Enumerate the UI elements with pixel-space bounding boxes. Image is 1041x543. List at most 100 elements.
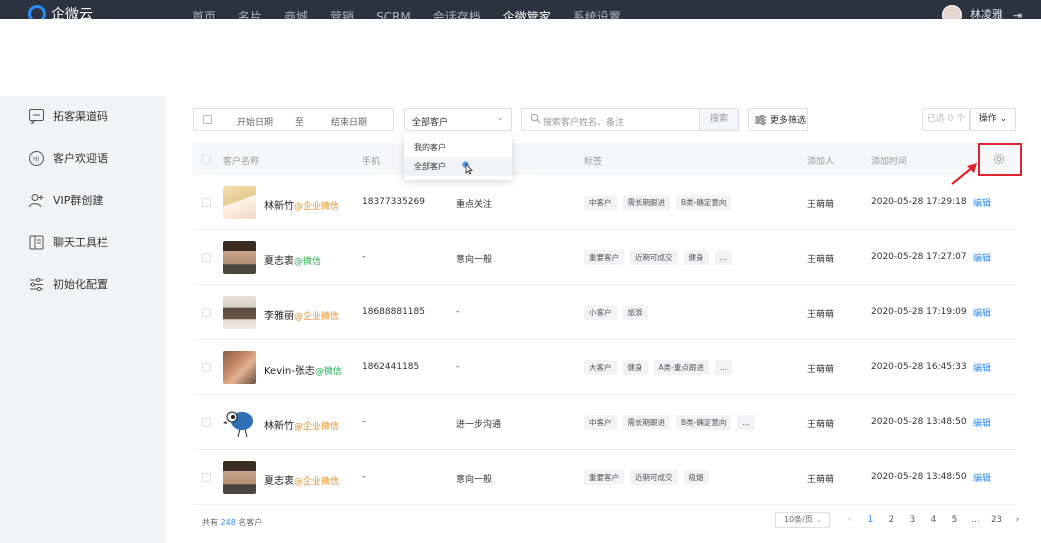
sidebar-item-label: 初始化配置 bbox=[53, 278, 108, 291]
customer-phone: - bbox=[362, 417, 366, 427]
avatar bbox=[223, 461, 256, 494]
table-row[interactable]: 夏志衷@微信 - 意向一般 重要客户 近期可成交 健身 ... 王萌萌 2020… bbox=[193, 230, 1016, 285]
avatar bbox=[223, 296, 256, 329]
nav-item-mall[interactable]: 商城 bbox=[284, 9, 308, 19]
nav-item-archive[interactable]: 会话存档 bbox=[433, 9, 481, 19]
sidebar-item-init-config[interactable]: 初始化配置 bbox=[28, 274, 166, 294]
logo-icon bbox=[28, 5, 46, 19]
more-filters-button[interactable]: 更多筛选 bbox=[748, 108, 808, 131]
tag: 旅游 bbox=[622, 305, 648, 320]
customer-scope-select[interactable]: 全部客户 ⌄ bbox=[404, 108, 512, 131]
page-size-select[interactable]: 10条/页 ⌄ bbox=[775, 512, 830, 528]
tag-list: 中客户 需长期跟进 B类-确定意向 ... bbox=[584, 415, 761, 430]
start-date-input[interactable]: 开始日期 bbox=[237, 115, 273, 128]
edit-link[interactable]: 编辑 bbox=[973, 361, 991, 374]
selected-count: 已选 0 个 bbox=[922, 108, 970, 131]
tag-more[interactable]: ... bbox=[714, 360, 732, 375]
table-row[interactable]: Kevin-张志@微信 1862441185 - 大客户 健身 A类-重点跟进 … bbox=[193, 340, 1016, 395]
sidebar-item-label: 聊天工具栏 bbox=[53, 236, 108, 249]
row-checkbox[interactable] bbox=[202, 363, 211, 372]
row-checkbox[interactable] bbox=[202, 473, 211, 482]
table-row[interactable]: 夏志衷@企业微信 - 意向一般 重要客户 近期可成交 吸烟 王萌萌 2020-0… bbox=[193, 450, 1016, 505]
edit-link[interactable]: 编辑 bbox=[973, 471, 991, 484]
nav-item-marketing[interactable]: 营销 bbox=[330, 9, 354, 19]
dropdown-option-all-customers[interactable]: 全部客户 bbox=[404, 157, 512, 176]
table-row[interactable]: 李雅丽@企业微信 18688881185 - 小客户 旅游 王萌萌 2020-0… bbox=[193, 285, 1016, 340]
chevron-down-icon: ⌄ bbox=[496, 113, 504, 123]
sidebar-item-channel-code[interactable]: 拓客渠道码 bbox=[28, 106, 166, 126]
edit-link[interactable]: 编辑 bbox=[973, 306, 991, 319]
row-checkbox[interactable] bbox=[202, 198, 211, 207]
page-1[interactable]: 1 bbox=[860, 515, 881, 525]
more-filters-label: 更多筛选 bbox=[770, 116, 807, 126]
dropdown-option-my-customers[interactable]: 我的客户 bbox=[404, 138, 512, 157]
page-4[interactable]: 4 bbox=[923, 515, 944, 525]
customer-name[interactable]: Kevin-张志@微信 bbox=[264, 362, 342, 377]
search-button[interactable]: 搜索 bbox=[699, 109, 738, 130]
sidebar-item-label: 拓客渠道码 bbox=[53, 110, 108, 123]
nav-item-scrm[interactable]: SCRM bbox=[376, 9, 411, 19]
customer-name-text: 夏志衷 bbox=[264, 256, 294, 267]
nav-item-home[interactable]: 首页 bbox=[192, 9, 216, 19]
end-date-input[interactable]: 结束日期 bbox=[331, 115, 367, 128]
search-input[interactable]: 搜索客户姓名、备注 bbox=[543, 115, 624, 128]
table-row[interactable]: 林新竹@企业微信 18377335269 重点关注 中客户 需长期跟进 B类-确… bbox=[193, 175, 1016, 230]
sidebar-panel-icon bbox=[29, 235, 44, 249]
avatar bbox=[223, 351, 256, 384]
edit-link[interactable]: 编辑 bbox=[973, 416, 991, 429]
customer-name[interactable]: 李雅丽@企业微信 bbox=[264, 307, 339, 322]
prev-page-icon[interactable]: ‹ bbox=[839, 515, 860, 525]
tag: 近期可成交 bbox=[630, 470, 678, 485]
tag-more[interactable]: ... bbox=[714, 250, 732, 265]
page-5[interactable]: 5 bbox=[944, 515, 965, 525]
sidebar-item-label: VIP群创建 bbox=[53, 194, 104, 207]
nav-item-settings[interactable]: 系统设置 bbox=[573, 9, 621, 19]
user-name[interactable]: 林凌雅 bbox=[970, 5, 1003, 19]
pagination: ‹ 1 2 3 4 5 ... 23 › bbox=[839, 515, 1028, 525]
logout-icon[interactable]: ⇥ bbox=[1013, 9, 1022, 20]
tag-more[interactable]: ... bbox=[737, 415, 755, 430]
customer-name[interactable]: 夏志衷@微信 bbox=[264, 252, 321, 267]
tag: B类-确定意向 bbox=[676, 195, 732, 210]
nav-item-cards[interactable]: 名片 bbox=[238, 9, 262, 19]
next-page-icon[interactable]: › bbox=[1007, 515, 1028, 525]
sidebar-item-chat-toolbar[interactable]: 聊天工具栏 bbox=[28, 232, 166, 252]
page-ellipsis[interactable]: ... bbox=[965, 515, 986, 525]
row-checkbox[interactable] bbox=[202, 253, 211, 262]
total-prefix: 共有 bbox=[202, 518, 218, 527]
row-checkbox[interactable] bbox=[202, 308, 211, 317]
edit-link[interactable]: 编辑 bbox=[973, 251, 991, 264]
user-menu[interactable]: 林凌雅 ⇥ bbox=[942, 5, 1022, 19]
sidebar-item-vip-group[interactable]: VIP群创建 bbox=[28, 190, 166, 210]
page-3[interactable]: 3 bbox=[902, 515, 923, 525]
user-avatar[interactable] bbox=[942, 5, 962, 19]
table-header: 客户名称 手机 标签 添加人 添加时间 bbox=[193, 143, 1016, 175]
dropdown-option-label: 全部客户 bbox=[414, 162, 446, 171]
page-23[interactable]: 23 bbox=[986, 515, 1007, 525]
customer-phone: 1862441185 bbox=[362, 362, 420, 372]
sidebar-item-welcome[interactable]: Hi 客户欢迎语 bbox=[28, 148, 166, 168]
customer-source: @企业微信 bbox=[294, 422, 340, 432]
tag: 吸烟 bbox=[683, 470, 709, 485]
nav-item-wecom-manager[interactable]: 企微管家 bbox=[503, 9, 551, 19]
col-tags: 标签 bbox=[584, 157, 603, 167]
greeting-bubble-icon: Hi bbox=[29, 150, 44, 166]
added-by: 王萌萌 bbox=[807, 310, 835, 320]
operation-label: 操作 bbox=[978, 114, 997, 124]
row-checkbox[interactable] bbox=[202, 418, 211, 427]
tag-list: 重要客户 近期可成交 健身 ... bbox=[584, 250, 738, 265]
customer-name[interactable]: 林新竹@企业微信 bbox=[264, 197, 339, 212]
group-add-icon bbox=[29, 193, 44, 207]
customer-status: 意向一般 bbox=[456, 255, 493, 265]
select-all-checkbox[interactable] bbox=[202, 155, 211, 164]
operation-dropdown[interactable]: 操作 ⌄ bbox=[970, 108, 1016, 131]
customer-name[interactable]: 林新竹@企业微信 bbox=[264, 417, 339, 432]
edit-link[interactable]: 编辑 bbox=[973, 196, 991, 209]
date-range-picker[interactable]: 开始日期 至 结束日期 bbox=[193, 108, 394, 131]
page-2[interactable]: 2 bbox=[881, 515, 902, 525]
customer-search: 搜索客户姓名、备注 搜索 bbox=[521, 108, 739, 131]
customer-name[interactable]: 夏志衷@企业微信 bbox=[264, 472, 339, 487]
customer-scope-dropdown: 我的客户 全部客户 bbox=[404, 134, 512, 180]
app-logo[interactable]: 企微云 bbox=[28, 4, 93, 19]
table-row[interactable]: 林新竹@企业微信 - 进一步沟通 中客户 需长期跟进 B类-确定意向 ... 王… bbox=[193, 395, 1016, 450]
